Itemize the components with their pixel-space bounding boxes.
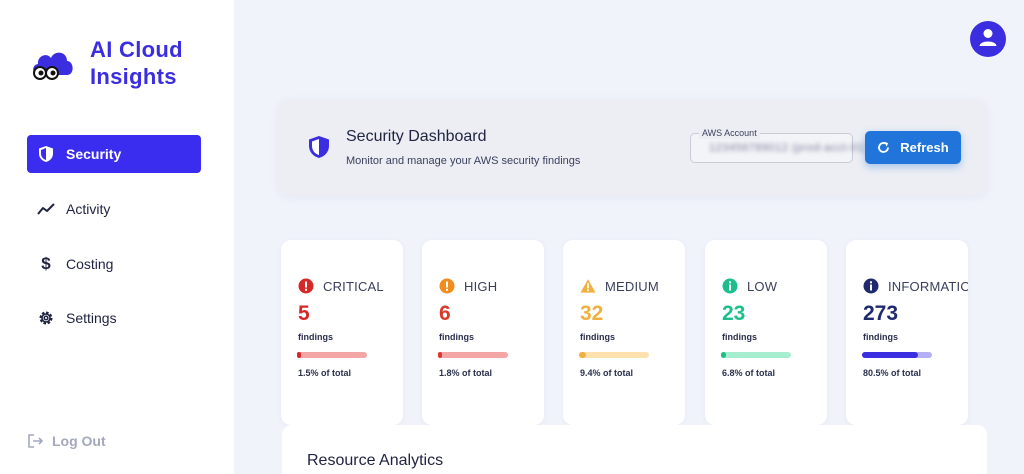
severity-progress-fill <box>297 352 302 358</box>
resource-analytics-panel: Resource Analytics <box>282 425 987 474</box>
severity-percent: 6.8% of total <box>722 368 776 378</box>
severity-progress <box>862 352 932 358</box>
severity-percent: 9.4% of total <box>580 368 634 378</box>
severity-progress <box>438 352 508 358</box>
sidebar-item-costing[interactable]: $ Costing <box>27 245 201 283</box>
severity-progress-fill <box>862 352 919 358</box>
severity-count: 6 <box>439 302 451 325</box>
warning-triangle-icon <box>580 278 596 294</box>
sidebar-item-label: Security <box>66 146 122 162</box>
warning-circle-icon <box>439 278 455 294</box>
severity-percent: 1.8% of total <box>439 368 493 378</box>
severity-count: 273 <box>863 302 899 325</box>
severity-card-informational[interactable]: INFORMATIONAL 273 findings 80.5% of tota… <box>846 240 968 425</box>
shield-icon <box>37 145 55 163</box>
severity-progress <box>297 352 367 358</box>
findings-label: findings <box>722 332 757 342</box>
severity-progress <box>721 352 791 358</box>
severity-percent: 80.5% of total <box>863 368 922 378</box>
sidebar-item-security[interactable]: Security <box>27 135 201 173</box>
severity-percent: 1.5% of total <box>298 368 352 378</box>
logout-button[interactable]: Log Out <box>27 433 106 449</box>
cloud-eyes-logo-icon <box>30 45 76 81</box>
severity-count: 5 <box>298 302 310 325</box>
trend-icon <box>37 200 55 218</box>
aws-account-value: 123456789012 (prod-acct-01) <box>709 142 869 154</box>
brand-line-1: AI Cloud <box>90 37 183 62</box>
logout-icon <box>27 434 44 448</box>
brand-name: AI Cloud Insights <box>90 36 183 90</box>
findings-label: findings <box>439 332 474 342</box>
user-avatar[interactable] <box>970 21 1006 57</box>
severity-card-high[interactable]: HIGH 6 findings 1.8% of total <box>422 240 544 425</box>
info-dark-circle-icon <box>863 278 879 294</box>
severity-name: LOW <box>747 278 778 294</box>
severity-progress-fill <box>438 352 443 358</box>
sidebar-item-settings[interactable]: Settings <box>27 299 201 337</box>
severity-name: CRITICAL <box>323 278 384 294</box>
severity-progress-fill <box>721 352 726 358</box>
severity-name: MEDIUM <box>605 278 659 294</box>
severity-progress-fill <box>579 352 586 358</box>
dollar-icon: $ <box>41 254 51 273</box>
aws-account-label: AWS Account <box>699 127 760 139</box>
user-icon <box>978 27 998 52</box>
findings-label: findings <box>580 332 615 342</box>
severity-name: HIGH <box>464 278 498 294</box>
refresh-button[interactable]: Refresh <box>865 131 961 164</box>
aws-account-field[interactable]: AWS Account 123456789012 (prod-acct-01) <box>690 127 868 163</box>
refresh-icon <box>877 141 890 154</box>
sidebar-item-label: Costing <box>66 256 114 272</box>
gear-icon <box>37 309 55 327</box>
sidebar-item-activity[interactable]: Activity <box>27 190 201 228</box>
exclamation-circle-icon <box>298 278 314 294</box>
severity-card-critical[interactable]: CRITICAL 5 findings 1.5% of total <box>281 240 403 425</box>
brand-line-2: Insights <box>90 64 177 89</box>
severity-count: 23 <box>722 302 746 325</box>
page-title: Security Dashboard <box>346 128 487 145</box>
sidebar: AI Cloud Insights Security Activity $ Co… <box>0 0 234 474</box>
security-shield-icon <box>308 135 330 164</box>
page-subtitle: Monitor and manage your AWS security fin… <box>346 155 581 167</box>
sidebar-item-label: Settings <box>66 310 117 326</box>
severity-card-medium[interactable]: MEDIUM 32 findings 9.4% of total <box>563 240 685 425</box>
severity-count: 32 <box>580 302 604 325</box>
logout-label: Log Out <box>52 433 106 449</box>
refresh-label: Refresh <box>900 140 949 155</box>
severity-name: INFORMATIONAL <box>888 278 968 294</box>
findings-label: findings <box>298 332 333 342</box>
severity-progress <box>579 352 649 358</box>
findings-label: findings <box>863 332 898 342</box>
severity-card-low[interactable]: LOW 23 findings 6.8% of total <box>705 240 827 425</box>
resource-analytics-title: Resource Analytics <box>307 452 444 469</box>
info-circle-icon <box>722 278 738 294</box>
sidebar-item-label: Activity <box>66 201 111 217</box>
security-dashboard-header: Security Dashboard Monitor and manage yo… <box>278 100 987 195</box>
brand-logo[interactable]: AI Cloud Insights <box>30 36 183 90</box>
